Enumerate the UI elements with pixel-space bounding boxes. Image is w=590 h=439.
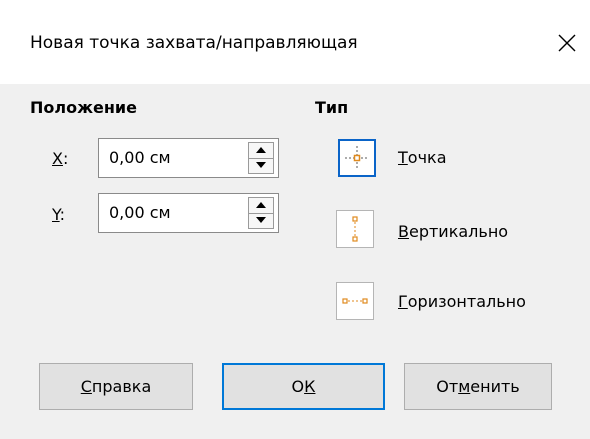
x-spin-buttons xyxy=(248,142,274,174)
type-heading: Тип xyxy=(315,98,349,117)
point-icon xyxy=(345,146,369,170)
y-spin-buttons xyxy=(248,197,274,229)
triangle-up-icon xyxy=(256,202,266,208)
horizontal-icon xyxy=(342,298,368,304)
close-button[interactable] xyxy=(544,20,590,66)
ok-button[interactable]: ОК xyxy=(222,363,385,410)
type-vertical-label[interactable]: Вертикально xyxy=(398,222,508,241)
type-horizontal-button[interactable] xyxy=(336,282,374,320)
x-decrement-button[interactable] xyxy=(249,158,273,173)
ok-mnemonic: К xyxy=(304,377,316,396)
y-increment-button[interactable] xyxy=(249,198,273,214)
x-label: X: xyxy=(52,149,68,168)
cancel-text-start: От xyxy=(436,377,459,396)
y-value[interactable]: 0,00 см xyxy=(109,203,171,222)
type-horizontal-mnemonic: Г xyxy=(398,292,408,311)
type-point-label[interactable]: Точка xyxy=(398,148,447,167)
type-point-button[interactable] xyxy=(338,139,376,177)
help-text: правка xyxy=(91,377,152,396)
cancel-text-end: енить xyxy=(470,377,520,396)
triangle-up-icon xyxy=(256,147,266,153)
type-vertical-mnemonic: В xyxy=(398,222,409,241)
type-point-mnemonic: Т xyxy=(398,148,408,167)
close-icon xyxy=(558,34,576,52)
type-point-text: очка xyxy=(407,148,447,167)
x-label-colon: : xyxy=(62,149,69,168)
x-label-letter: X xyxy=(52,149,63,168)
y-spinbox[interactable]: 0,00 см xyxy=(98,193,279,233)
vertical-icon xyxy=(352,216,358,242)
dialog-title: Новая точка захвата/направляющая xyxy=(30,33,358,53)
triangle-down-icon xyxy=(256,217,266,223)
y-label-letter: Y xyxy=(52,205,60,224)
x-value[interactable]: 0,00 см xyxy=(109,148,171,167)
cancel-button[interactable]: Отменить xyxy=(404,363,552,410)
type-vertical-button[interactable] xyxy=(336,210,374,248)
title-bar: Новая точка захвата/направляющая xyxy=(0,0,590,84)
cancel-mnemonic: м xyxy=(458,377,471,396)
type-horizontal-text: оризонтально xyxy=(407,292,526,311)
type-vertical-text: ертикально xyxy=(408,222,509,241)
y-label: Y: xyxy=(52,205,65,224)
x-spinbox[interactable]: 0,00 см xyxy=(98,138,279,178)
y-label-colon: : xyxy=(59,205,66,224)
y-decrement-button[interactable] xyxy=(249,213,273,228)
type-horizontal-label[interactable]: Горизонтально xyxy=(398,292,526,311)
help-mnemonic: С xyxy=(80,377,92,396)
position-heading: Положение xyxy=(30,98,137,117)
triangle-down-icon xyxy=(256,162,266,168)
ok-text: О xyxy=(291,377,305,396)
x-increment-button[interactable] xyxy=(249,143,273,159)
help-button[interactable]: Справка xyxy=(39,363,193,410)
